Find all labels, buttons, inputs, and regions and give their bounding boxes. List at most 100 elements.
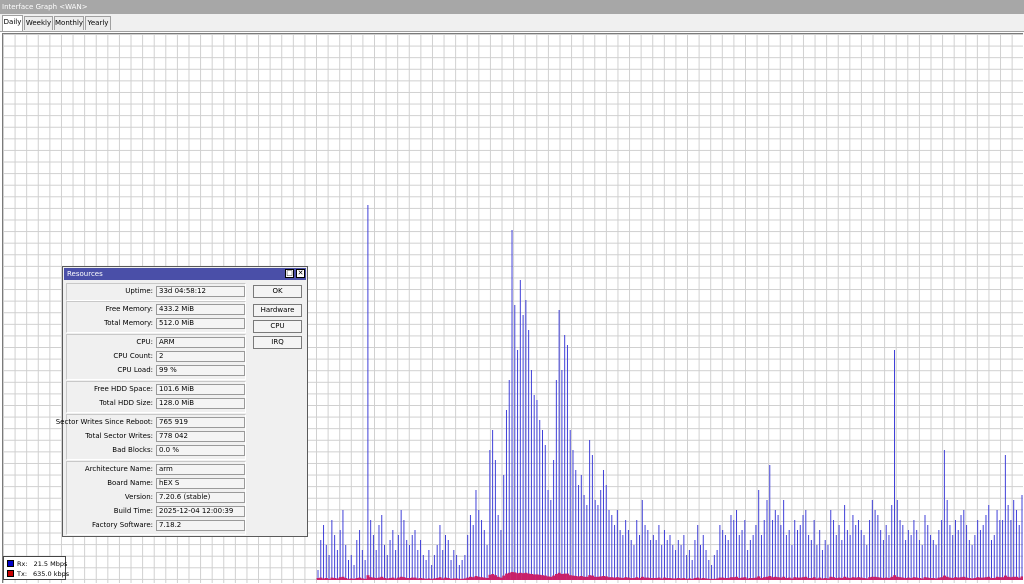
tx-bar: [804, 576, 808, 580]
field-value[interactable]: 99 %: [156, 365, 245, 376]
tx-bar: [798, 577, 802, 580]
tab-monthly[interactable]: Monthly: [54, 16, 84, 30]
tx-bar: [967, 578, 971, 580]
field-label: Board Name:: [107, 479, 153, 487]
field-label: CPU Count:: [113, 352, 153, 360]
tab-yearly[interactable]: Yearly: [85, 16, 111, 30]
tx-bar: [469, 576, 473, 580]
field-value[interactable]: 765 919: [156, 417, 245, 428]
tx-bar: [843, 576, 847, 580]
field-value[interactable]: 2: [156, 351, 245, 362]
field-value[interactable]: arm: [156, 464, 245, 475]
tx-bar: [934, 578, 938, 580]
tx-bar: [724, 578, 728, 580]
legend-rx-label: Rx:: [17, 560, 28, 568]
tx-bar: [546, 576, 550, 580]
tx-bar: [338, 577, 342, 580]
tx-bar: [909, 578, 913, 580]
tx-bar: [494, 575, 497, 580]
tx-bar: [882, 578, 885, 580]
field-row: CPU: ARM: [67, 337, 245, 348]
tx-bar: [834, 578, 838, 580]
tx-bar: [826, 578, 830, 580]
field-label: Version:: [124, 493, 153, 501]
tx-bar: [530, 574, 533, 580]
tab-daily[interactable]: Daily: [2, 15, 23, 31]
tx-bar: [879, 577, 883, 580]
ok-button[interactable]: OK: [253, 285, 302, 298]
tx-bar: [992, 578, 996, 580]
field-value[interactable]: 128.0 MiB: [156, 398, 245, 409]
field-value[interactable]: 33d 04:58:12: [156, 286, 245, 297]
tx-bar: [920, 578, 924, 580]
tx-bar: [566, 573, 570, 580]
tx-bar: [377, 577, 381, 580]
tx-bar: [956, 577, 960, 580]
tx-bar: [1017, 577, 1021, 580]
tx-bar: [524, 572, 528, 580]
tx-bar: [441, 578, 445, 580]
field-value[interactable]: 7.20.6 (stable): [156, 492, 245, 503]
tx-bar: [649, 578, 653, 580]
tx-bar: [740, 577, 744, 580]
tx-bar: [435, 578, 439, 580]
tx-bar: [682, 578, 686, 580]
irq-button[interactable]: IRQ: [253, 336, 302, 349]
tx-bar: [898, 577, 902, 580]
tx-bar: [324, 578, 328, 580]
tx-bar: [513, 572, 517, 580]
tx-bar: [632, 578, 636, 580]
tx-bar: [732, 577, 736, 580]
field-value[interactable]: 2025-12-04 12:00:39: [156, 506, 245, 517]
tx-bar: [316, 578, 320, 580]
cpu-button[interactable]: CPU: [253, 320, 302, 333]
field-value[interactable]: 7.18.2: [156, 520, 245, 531]
tx-bar: [701, 578, 705, 580]
tx-bar: [790, 578, 794, 580]
field-value[interactable]: 512.0 MiB: [156, 318, 245, 329]
legend-tx: Tx: 635.0 kbps: [7, 569, 69, 579]
tx-bar: [330, 577, 334, 580]
tx-bar: [762, 577, 766, 580]
tx-bar: [912, 577, 916, 580]
field-row: Architecture Name: arm: [67, 464, 245, 475]
tx-bar: [851, 577, 855, 580]
tx-bar: [363, 578, 367, 580]
close-icon[interactable]: ✕: [296, 269, 305, 278]
field-value[interactable]: 101.6 MiB: [156, 384, 245, 395]
tx-bar: [521, 573, 525, 580]
tx-bar: [915, 577, 919, 580]
tx-bar: [349, 578, 353, 580]
tx-bar: [424, 578, 428, 580]
tx-bar: [837, 577, 841, 580]
tx-bar: [821, 578, 825, 580]
tx-bar: [754, 577, 758, 580]
tx-bar: [549, 576, 553, 580]
field-value[interactable]: 433.2 MiB: [156, 304, 245, 315]
tx-bar: [466, 577, 470, 580]
tx-bar: [485, 578, 489, 580]
tx-bar: [1006, 576, 1010, 580]
hardware-button[interactable]: Hardware: [253, 304, 302, 317]
tx-bar: [779, 577, 783, 580]
tx-bar: [333, 578, 337, 580]
tx-bar: [995, 576, 999, 580]
field-group: Architecture Name: arm Board Name: hEX S Ver…: [66, 461, 246, 535]
field-row: Free Memory: 433.2 MiB: [67, 304, 245, 315]
tx-bar: [355, 578, 359, 580]
tx-bar: [976, 577, 980, 580]
field-value[interactable]: 778 042: [156, 431, 245, 442]
tx-bar: [962, 576, 966, 580]
tx-bar: [554, 574, 558, 580]
tab-weekly[interactable]: Weekly: [24, 16, 53, 30]
field-value[interactable]: hEX S: [156, 478, 245, 489]
tx-bar: [746, 578, 750, 580]
field-value[interactable]: 0.0 %: [156, 445, 245, 456]
tx-bar: [973, 578, 977, 580]
tx-bar: [604, 576, 608, 580]
tx-bar: [721, 577, 725, 580]
field-value[interactable]: ARM: [156, 337, 245, 348]
tx-bar: [413, 577, 417, 580]
tx-bar: [965, 577, 969, 580]
maximize-icon[interactable]: □: [285, 269, 294, 278]
